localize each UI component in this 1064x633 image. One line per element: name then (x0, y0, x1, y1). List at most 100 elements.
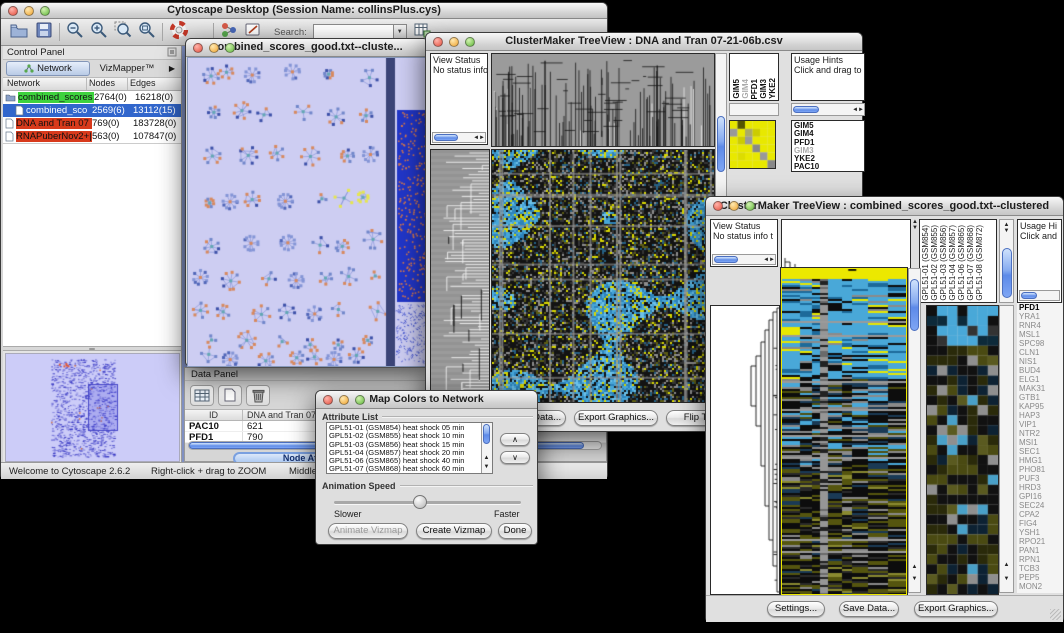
minimize-button[interactable] (339, 395, 349, 405)
network-list-row[interactable]: RNAPuberNov2+|563(0)107847(0) (3, 130, 181, 143)
column-header-edges[interactable]: Edges (128, 78, 181, 90)
attribute-list-item[interactable]: GPL51-04 (GSM857) heat shock 20 min (329, 449, 492, 457)
zoom-button[interactable] (40, 6, 50, 16)
scroll-right-arrow[interactable]: ► (479, 135, 485, 141)
gene-label: NTR2 (1019, 429, 1063, 438)
treeview2-title-bar[interactable]: ClusterMaker TreeView : combined_scores_… (706, 197, 1063, 216)
move-down-button[interactable]: ∨ (500, 451, 530, 464)
global-heatmap[interactable] (491, 149, 715, 403)
zoom-button[interactable] (465, 37, 475, 47)
attribute-list-item[interactable]: GPL51-07 (GSM868) heat shock 60 min (329, 465, 492, 473)
view-status-hscrollbar[interactable]: ◄ ► (712, 254, 776, 265)
open-folder-icon[interactable] (9, 21, 29, 44)
zoom-button[interactable] (225, 43, 235, 53)
zoom-selected-icon[interactable] (114, 21, 132, 44)
attribute-list-item[interactable]: GPL51-03 (GSM856) heat shock 15 min (329, 441, 492, 449)
create-vizmap-button[interactable]: Create Vizmap (416, 523, 492, 539)
network-view-title-bar[interactable]: combined_scores_good.txt--cluste... (186, 39, 428, 57)
dialog-title: Map Colors to Network (369, 393, 483, 405)
zoom-hscrollbar-left[interactable] (729, 103, 779, 116)
settings-button[interactable]: Settings... (767, 601, 825, 617)
save-disk-icon[interactable] (35, 21, 53, 44)
save-data-button[interactable]: Save Data... (839, 601, 899, 617)
column-header-nodes[interactable]: Nodes (87, 78, 128, 90)
view-status-hscrollbar[interactable]: ◄ ► (432, 132, 486, 143)
scroll-down-arrow[interactable]: ▼ (482, 464, 491, 470)
minimize-button[interactable] (24, 6, 34, 16)
treeview1-title-bar[interactable]: ClusterMaker TreeView : DNA and Tran 07-… (426, 33, 862, 51)
gene-label: SEC24 (1019, 501, 1063, 510)
gene-label: HMG1 (1019, 456, 1063, 465)
zoom-fit-icon[interactable] (138, 21, 156, 44)
scroll-up-arrow[interactable]: ▲ (482, 455, 491, 461)
dendrogram-scroll-arrows[interactable]: ▲▼ (911, 219, 919, 243)
zoom-heatmap[interactable] (926, 305, 999, 595)
animate-vizmap-button[interactable]: Animate Vizmap (328, 523, 408, 539)
dialog-title-bar[interactable]: Map Colors to Network (316, 391, 537, 409)
export-graphics-button[interactable]: Export Graphics... (574, 410, 658, 426)
zoom-out-icon[interactable] (66, 21, 84, 44)
minimize-button[interactable] (729, 201, 739, 211)
minimize-button[interactable] (449, 37, 459, 47)
scroll-right-arrow[interactable]: ► (858, 107, 864, 113)
panel-splitter[interactable] (3, 346, 181, 351)
row-dendrogram[interactable] (430, 149, 490, 403)
zoom-button[interactable] (355, 395, 365, 405)
data-column-id[interactable]: ID (185, 410, 243, 420)
float-panel-icon[interactable] (167, 44, 177, 62)
scroll-up-arrow[interactable]: ▲ (1000, 562, 1013, 568)
zoom-in-icon[interactable] (90, 21, 108, 44)
delete-attribute-trash-icon[interactable] (246, 385, 270, 406)
close-button[interactable] (8, 6, 18, 16)
usage-hscrollbar[interactable] (1019, 290, 1060, 301)
usage-hscrollbar[interactable]: ◄ ► (791, 103, 865, 116)
column-dendrogram[interactable] (491, 53, 715, 147)
column-dendrogram[interactable] (781, 219, 911, 269)
close-button[interactable] (323, 395, 333, 405)
zoom-heatmap[interactable] (729, 120, 776, 169)
speed-slider-thumb[interactable] (413, 495, 427, 509)
new-attribute-icon[interactable] (218, 385, 242, 406)
scroll-up-arrow[interactable]: ▲ (909, 564, 920, 570)
attribute-list-vscrollbar[interactable]: ▲ ▼ (481, 423, 492, 473)
resize-grip[interactable] (1050, 609, 1061, 620)
main-title-bar[interactable]: Cytoscape Desktop (Session Name: collins… (1, 3, 607, 19)
scroll-down-arrow[interactable]: ▼ (909, 576, 920, 582)
minimize-button[interactable] (209, 43, 219, 53)
speed-slider-track[interactable] (334, 501, 521, 504)
tab-vizmapper[interactable]: VizMapper™ (92, 63, 162, 74)
nodes-count: 2764(0) (94, 92, 135, 103)
zoom-button[interactable] (745, 201, 755, 211)
network-list-row[interactable]: combined_sco2569(6)13112(15) (3, 104, 181, 117)
attribute-list-item[interactable]: GPL51-06 (GSM865) heat shock 40 min (329, 457, 492, 465)
attribute-table-icon[interactable] (190, 385, 214, 406)
attribute-list-item[interactable]: GPL51-02 (GSM855) heat shock 10 min (329, 432, 492, 440)
move-up-button[interactable]: ∧ (500, 433, 530, 446)
scroll-right-arrow[interactable]: ► (769, 257, 775, 263)
attribute-list-item[interactable]: GPL51-01 (GSM854) heat shock 05 min (329, 424, 492, 432)
heatmap-column-label: PAC10 (778, 74, 779, 99)
close-button[interactable] (433, 37, 443, 47)
network-list-row[interactable]: DNA and Tran 07769(0)183728(0) (3, 117, 181, 130)
network-overview-panel[interactable] (5, 353, 180, 462)
scroll-down-arrow[interactable]: ▼ (1000, 228, 1013, 234)
tab-overflow-arrow[interactable]: ▶ (164, 64, 178, 73)
column-header-network[interactable]: Network (3, 78, 87, 90)
column-labels-vscrollbar[interactable]: ▲ ▼ (999, 219, 1014, 303)
close-button[interactable] (713, 201, 723, 211)
scroll-up-arrow[interactable]: ▲ (1000, 220, 1013, 228)
network-canvas[interactable] (187, 57, 429, 367)
gene-label: MSI1 (1019, 438, 1063, 447)
global-heatmap-selected[interactable] (781, 268, 907, 595)
scroll-down-arrow[interactable]: ▼ (1000, 576, 1013, 582)
row-dendrogram[interactable] (710, 305, 780, 595)
heatmap-vscrollbar[interactable]: ▲ ▼ (908, 268, 921, 593)
close-button[interactable] (193, 43, 203, 53)
zoom-vscrollbar[interactable]: ▲ ▼ (999, 305, 1014, 593)
done-button[interactable]: Done (498, 523, 532, 539)
network-list-row[interactable]: combined_scores2764(0)16218(0) (3, 91, 181, 104)
gene-label: PEP5 (1019, 573, 1063, 582)
export-graphics-button[interactable]: Export Graphics... (914, 601, 998, 617)
tab-network[interactable]: Network (6, 61, 90, 76)
attribute-list[interactable]: GPL51-01 (GSM854) heat shock 05 minGPL51… (326, 422, 493, 474)
